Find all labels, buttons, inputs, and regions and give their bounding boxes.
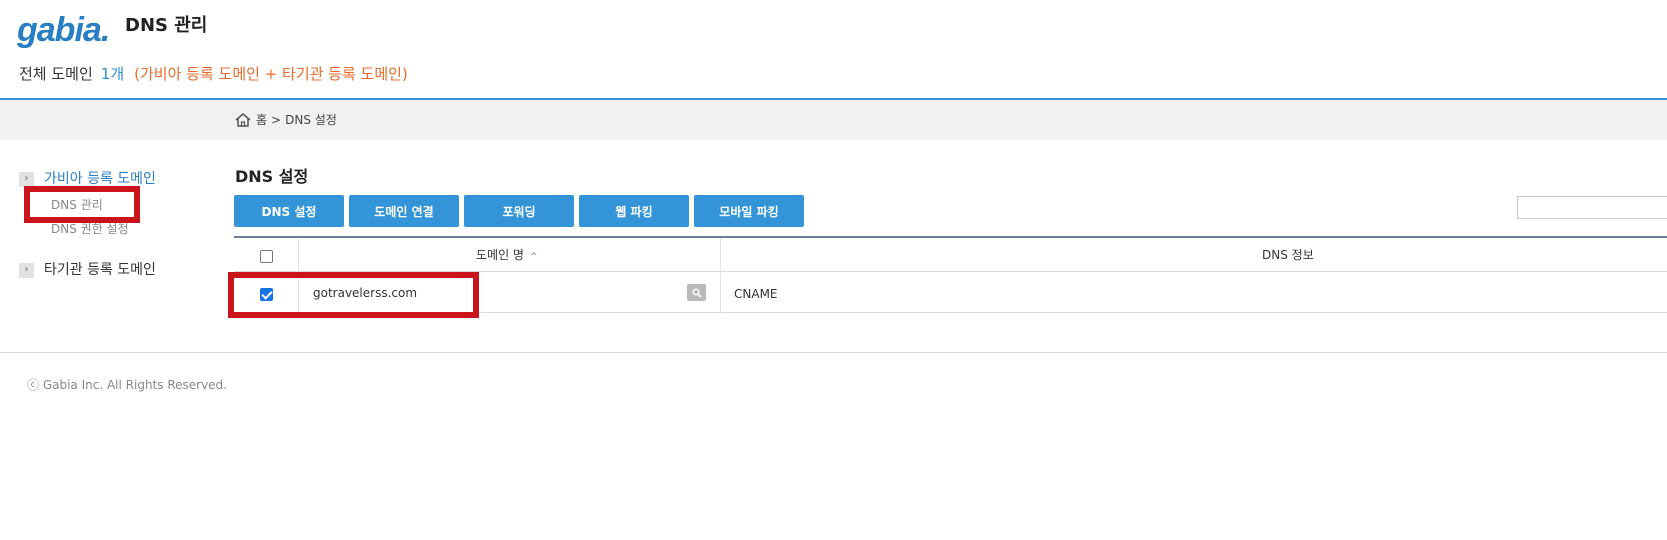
- sort-asc-icon[interactable]: ^: [530, 252, 538, 262]
- domain-connect-button[interactable]: 도메인 연결: [349, 195, 459, 227]
- column-header-label: 도메인 명: [476, 248, 524, 262]
- section-title: DNS 설정: [235, 167, 309, 186]
- home-icon[interactable]: [234, 112, 252, 128]
- gabia-logo[interactable]: gabia.: [17, 10, 111, 50]
- column-divider: [298, 238, 299, 272]
- sidebar-item-other-domains[interactable]: › 타기관 등록 도메인: [19, 260, 156, 280]
- mobile-parking-button[interactable]: 모바일 파킹: [694, 195, 804, 227]
- sidebar-item-label: 타기관 등록 도메인: [44, 262, 156, 278]
- breadcrumb-current: DNS 설정: [285, 113, 337, 127]
- sidebar-subitem-dns-permission[interactable]: DNS 권한 설정: [51, 221, 129, 237]
- summary-count: 1개: [100, 65, 125, 83]
- table-header: [234, 238, 1667, 272]
- highlight-box-domain-row: [228, 272, 479, 318]
- breadcrumb: 홈 > DNS 설정: [234, 110, 337, 130]
- column-header-domain[interactable]: 도메인 명 ^: [476, 247, 538, 265]
- column-header-dns-info: DNS 정보: [1262, 248, 1314, 262]
- dns-settings-button[interactable]: DNS 설정: [234, 195, 344, 227]
- footer-divider: [0, 352, 1667, 353]
- breadcrumb-separator: >: [271, 113, 282, 127]
- web-parking-button[interactable]: 웹 파킹: [579, 195, 689, 227]
- summary-note: (가비아 등록 도메인 + 타기관 등록 도메인): [134, 65, 408, 83]
- chevron-right-icon: ›: [19, 262, 34, 278]
- search-icon[interactable]: [687, 284, 706, 301]
- highlight-box-dns-manage: [24, 186, 140, 223]
- forwarding-button[interactable]: 포워딩: [464, 195, 574, 227]
- page-title: DNS 관리: [125, 15, 208, 36]
- select-all-checkbox[interactable]: [260, 250, 273, 263]
- logo-dot: .: [100, 11, 111, 49]
- logo-text: gabia: [17, 11, 102, 49]
- summary-label: 전체 도메인: [19, 65, 93, 83]
- search-input[interactable]: [1517, 196, 1667, 219]
- column-divider: [720, 273, 721, 313]
- dns-info-cell: CNAME: [734, 287, 778, 301]
- copyright-text: ⓒ Gabia Inc. All Rights Reserved.: [27, 378, 227, 392]
- column-divider: [720, 238, 721, 272]
- breadcrumb-home[interactable]: 홈: [256, 110, 267, 130]
- domain-summary: 전체 도메인 1개 (가비아 등록 도메인 + 타기관 등록 도메인): [19, 64, 408, 84]
- chevron-right-icon: ›: [19, 171, 34, 187]
